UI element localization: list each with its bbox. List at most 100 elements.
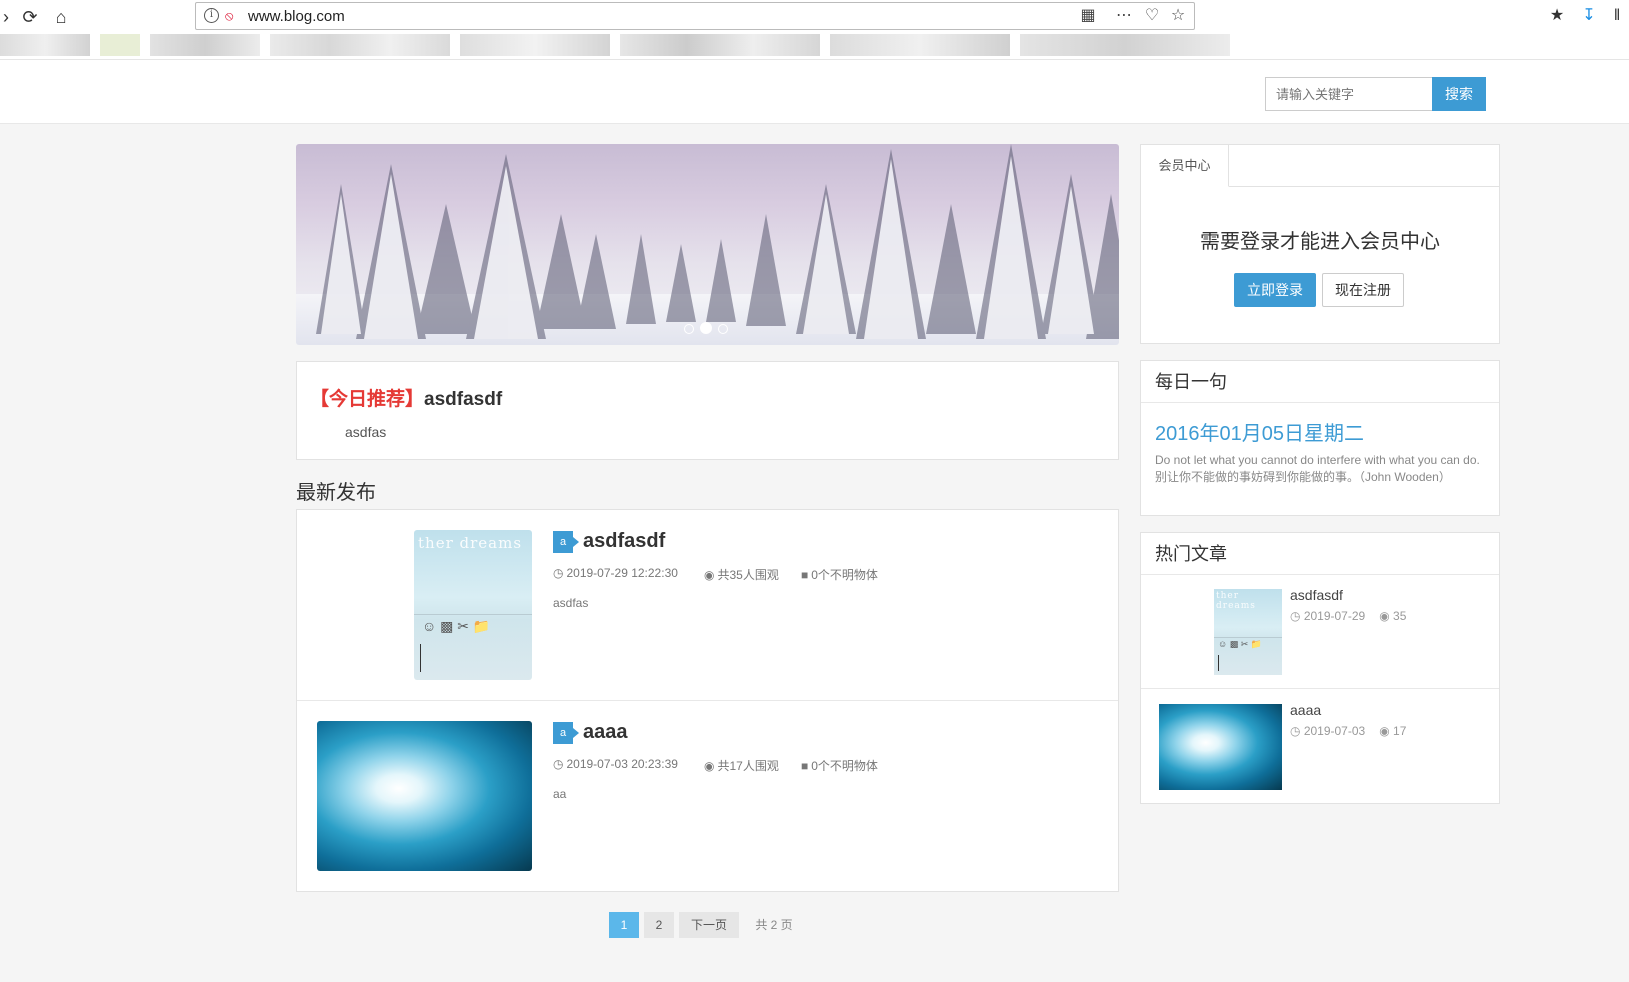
recommend-body: asdfas — [345, 424, 387, 440]
daily-quote-text: Do not let what you cannot do interfere … — [1155, 452, 1485, 486]
tab-divider — [1229, 186, 1499, 187]
thumbnail-cursor — [1218, 655, 1219, 671]
hot-article-item[interactable]: ther dreams ☺ ▩ ✂ 📁 asdfasdf ◷ 2019-07-2… — [1141, 575, 1499, 689]
post-time-text: 2019-07-29 12:22:30 — [566, 566, 678, 580]
banner-carousel[interactable] — [296, 144, 1119, 345]
page-2-button[interactable]: 2 — [644, 912, 674, 938]
post-views: ◉ 共35人围观 — [704, 566, 779, 583]
daily-quote-panel: 每日一句 2016年01月05日星期二 Do not let what you … — [1140, 360, 1500, 516]
hot-article-views: 35 — [1393, 609, 1407, 623]
post-views-text: 共35人围观 — [717, 568, 779, 582]
eye-icon: ◉ — [704, 759, 715, 773]
blurred-bookmark[interactable] — [150, 34, 260, 56]
thumbnail-text: ther dreams — [1216, 591, 1256, 611]
bookmark-star-icon[interactable]: ☆ — [1168, 6, 1188, 26]
latest-section-title: 最新发布 — [296, 482, 376, 504]
post-description: aa — [553, 787, 567, 801]
login-required-message: 需要登录才能进入会员中心 — [1200, 231, 1440, 253]
thumbnail-divider — [1214, 637, 1282, 638]
hot-article-views: 17 — [1393, 724, 1407, 738]
home-icon[interactable]: ⌂ — [49, 5, 73, 29]
clock-icon: ◷ — [1290, 609, 1304, 623]
snowy-forest-image — [296, 144, 1119, 345]
next-page-button[interactable]: 下一页 — [679, 912, 739, 938]
bookmarks-menu-icon[interactable]: ★ — [1546, 5, 1568, 27]
blurred-bookmark[interactable] — [100, 34, 140, 56]
quote-chinese: 别让你不能做的事妨碍到你能做的事。（John Wooden） — [1155, 470, 1451, 484]
post-comments-text: 0个不明物体 — [811, 568, 878, 582]
hot-article-date: 2019-07-03 — [1303, 724, 1366, 738]
browser-toolbar: › ⟳ ⌂ i ⦸ www.blog.com ▦ ⋯ ♡ ☆ ★ ↧ ‖ — [0, 0, 1629, 60]
post-comments-text: 0个不明物体 — [811, 759, 878, 773]
post-category-badge: a — [553, 531, 579, 553]
member-center-panel: 会员中心 需要登录才能进入会员中心 立即登录 现在注册 — [1140, 144, 1500, 344]
comment-icon: ■ — [801, 759, 809, 773]
qr-code-icon[interactable]: ▦ — [1078, 6, 1098, 26]
register-button[interactable]: 现在注册 — [1322, 273, 1404, 307]
recommend-post-title[interactable]: asdfasdf — [424, 389, 502, 410]
blurred-bookmark[interactable] — [460, 34, 610, 56]
post-views-text: 共17人围观 — [717, 759, 779, 773]
tab-member-center[interactable]: 会员中心 — [1141, 145, 1229, 187]
hot-article-date: 2019-07-29 — [1303, 609, 1366, 623]
page-total: 共 2 页 — [755, 918, 793, 932]
carousel-dot[interactable] — [684, 324, 694, 334]
hot-article-title[interactable]: asdfasdf — [1290, 587, 1343, 603]
blurred-bookmark[interactable] — [830, 34, 1010, 56]
post-thumbnail[interactable] — [317, 721, 532, 871]
post-title[interactable]: asdfasdf — [583, 530, 665, 553]
thumbnail-divider — [414, 614, 532, 615]
post-comments: ■ 0个不明物体 — [801, 757, 878, 774]
library-icon[interactable]: ‖ — [1606, 5, 1628, 27]
blurred-bookmark[interactable] — [620, 34, 820, 56]
post-time: ◷ 2019-07-29 12:22:30 — [553, 566, 678, 580]
thumbnail-toolbar-icons: ☺ ▩ ✂ 📁 — [1218, 639, 1262, 649]
site-header: 搜索 — [0, 60, 1629, 124]
eye-icon: ◉ — [1379, 609, 1394, 623]
post-item: a aaaa ◷ 2019-07-03 20:23:39 ◉ 共17人围观 ■ 0个不… — [297, 701, 1118, 892]
post-thumbnail[interactable]: ther dreams ☺ ▩ ✂ 📁 — [414, 530, 532, 680]
carousel-dot-active[interactable] — [700, 322, 712, 334]
post-category-badge: a — [553, 722, 579, 744]
download-icon[interactable]: ↧ — [1578, 5, 1600, 27]
post-time-text: 2019-07-03 20:23:39 — [566, 757, 678, 771]
quote-english: Do not let what you cannot do interfere … — [1155, 453, 1480, 467]
daily-quote-date: 2016年01月05日星期二 — [1155, 423, 1364, 445]
url-bar[interactable]: i ⦸ www.blog.com ▦ ⋯ ♡ ☆ — [195, 2, 1195, 30]
page-1-button[interactable]: 1 — [609, 912, 639, 938]
carousel-dot[interactable] — [718, 324, 728, 334]
clock-icon: ◷ — [553, 757, 564, 771]
recommend-title[interactable]: 【今日推荐】asdfasdf — [310, 384, 502, 411]
hot-article-item[interactable]: aaaa ◷ 2019-07-03 ◉ 17 — [1141, 690, 1499, 804]
blurred-bookmark[interactable] — [1020, 34, 1230, 56]
comment-icon: ■ — [801, 568, 809, 582]
pocket-icon[interactable]: ♡ — [1142, 6, 1162, 26]
post-time: ◷ 2019-07-03 20:23:39 — [553, 757, 678, 771]
hot-articles-panel: 热门文章 ther dreams ☺ ▩ ✂ 📁 asdfasdf ◷ 2019… — [1140, 532, 1500, 804]
more-actions-icon[interactable]: ⋯ — [1114, 6, 1134, 26]
reload-icon[interactable]: ⟳ — [18, 5, 42, 29]
recommend-tag: 【今日推荐】 — [310, 389, 425, 410]
bookmarks-bar — [0, 30, 1235, 58]
hot-articles-title: 热门文章 — [1141, 533, 1499, 575]
hot-article-thumbnail[interactable]: ther dreams ☺ ▩ ✂ 📁 — [1214, 589, 1282, 675]
blurred-bookmark[interactable] — [270, 34, 450, 56]
search-input[interactable] — [1265, 77, 1433, 111]
site-info-icon[interactable]: i — [204, 8, 219, 23]
thumbnail-cursor — [420, 644, 421, 672]
daily-quote-title: 每日一句 — [1141, 361, 1499, 403]
blurred-bookmark[interactable] — [0, 34, 90, 56]
back-arrow-icon[interactable]: › — [0, 5, 18, 29]
thumbnail-text: ther dreams — [418, 534, 523, 552]
login-button[interactable]: 立即登录 — [1234, 273, 1316, 307]
clock-icon: ◷ — [553, 566, 564, 580]
post-title[interactable]: aaaa — [583, 721, 628, 744]
hot-article-thumbnail[interactable] — [1159, 704, 1282, 790]
search-button[interactable]: 搜索 — [1432, 77, 1486, 111]
post-description: asdfas — [553, 596, 589, 610]
url-text[interactable]: www.blog.com — [248, 8, 345, 25]
latest-posts-list: ther dreams ☺ ▩ ✂ 📁 a asdfasdf ◷ 2019-07-… — [296, 509, 1119, 892]
hot-article-title[interactable]: aaaa — [1290, 702, 1321, 718]
insecure-lock-icon[interactable]: ⦸ — [225, 8, 239, 24]
post-item: ther dreams ☺ ▩ ✂ 📁 a asdfasdf ◷ 2019-07-… — [297, 510, 1118, 701]
